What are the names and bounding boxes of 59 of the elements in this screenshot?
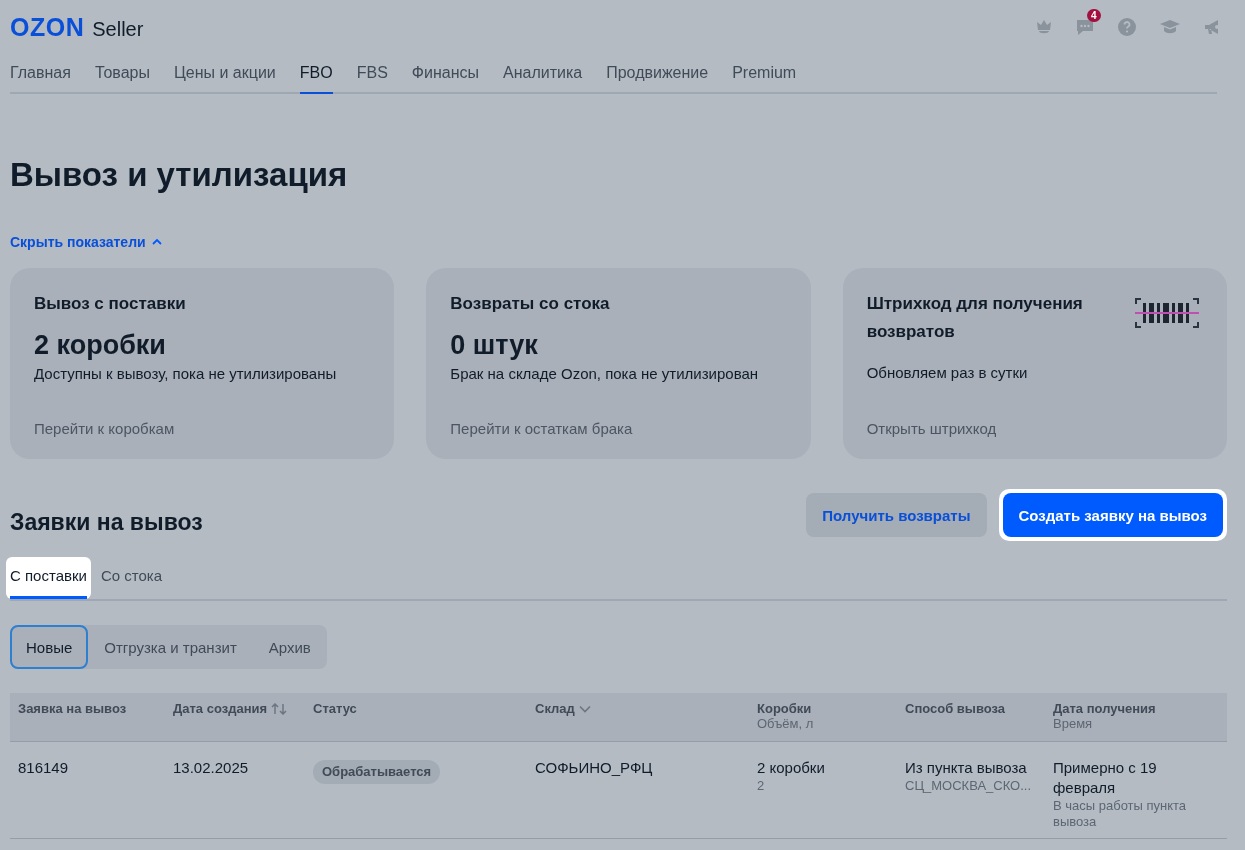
action-button[interactable]: Получить возвраты: [806, 493, 987, 537]
nav-tab[interactable]: FBS: [356, 52, 388, 94]
table-cell: 2 коробки: [757, 758, 825, 778]
column-subheader: Время: [1053, 716, 1094, 731]
column-header[interactable]: Способ вывоза: [905, 701, 1006, 716]
card-description: Брак на складе Ozon, пока не утилизирован: [450, 365, 760, 382]
filter-button[interactable]: Новые: [10, 625, 89, 669]
tab[interactable]: Со стока: [100, 557, 163, 599]
column-subheader: Объём, л: [757, 716, 815, 731]
nav-tab[interactable]: Цены и акции: [173, 52, 276, 94]
page-title: Вывоз и утилизация: [10, 156, 349, 194]
table-cell: 2: [757, 778, 765, 794]
notification-badge: 4: [1087, 9, 1101, 22]
table-cell: СОФЬИНО_РФЦ: [535, 758, 653, 778]
barcode-icon: [1135, 298, 1199, 328]
logo-suffix: Seller: [92, 17, 144, 41]
column-header[interactable]: Склад: [535, 701, 575, 716]
crown-icon[interactable]: [1035, 18, 1053, 36]
column-header[interactable]: Статус: [313, 701, 357, 716]
table-cell: СЦ_МОСКВА_СКО...: [905, 778, 1032, 794]
table-cell-text: В часы работы пункта вывоза: [1053, 798, 1188, 830]
sort-icon[interactable]: [271, 702, 288, 715]
column-header[interactable]: Коробки: [757, 701, 812, 716]
action-button[interactable]: Создать заявку на вывоз: [1002, 493, 1223, 537]
column-header[interactable]: Дата получения: [1053, 701, 1156, 716]
nav-tab[interactable]: Финансы: [411, 52, 479, 94]
chat-icon[interactable]: [1075, 18, 1095, 36]
filter-button[interactable]: Архив: [252, 625, 327, 669]
card-title: Штрихкод для получения возвратов: [866, 293, 1084, 343]
section-title: Заявки на вывоз: [10, 508, 203, 536]
nav-tab[interactable]: Продвижение: [606, 52, 709, 94]
status-badge: Обрабатывается: [313, 760, 441, 784]
card-description: Доступны к вывозу, пока не утилизированы: [34, 365, 338, 382]
filter-button[interactable]: Отгрузка и транзит: [88, 625, 253, 669]
column-header[interactable]: Заявка на вывоз: [18, 701, 127, 716]
help-icon[interactable]: [1117, 17, 1137, 37]
card-title: Возвраты со стока: [450, 293, 610, 315]
logo[interactable]: OZON: [10, 12, 85, 42]
card-description: Обновляем раз в сутки: [866, 364, 1029, 381]
table-cell[interactable]: 816149: [18, 758, 69, 778]
graduation-cap-icon[interactable]: [1159, 18, 1181, 36]
card-title: Вывоз с поставки: [34, 293, 186, 315]
nav-tab[interactable]: Товары: [94, 52, 150, 94]
nav-tab[interactable]: Premium: [732, 52, 797, 94]
card-link[interactable]: Открыть штрихкод: [866, 420, 1203, 437]
chevron-icon: [151, 238, 162, 246]
card-link[interactable]: Перейти к коробкам: [34, 420, 371, 437]
toggle-link[interactable]: Скрыть показатели: [10, 234, 162, 250]
table-cell: Из пункта вывоза: [905, 758, 1027, 778]
card-link[interactable]: Перейти к остаткам брака: [450, 420, 787, 437]
nav-tab[interactable]: Главная: [10, 52, 71, 94]
column-header[interactable]: Дата создания: [173, 701, 268, 716]
nav-tab[interactable]: Аналитика: [503, 52, 583, 94]
table-cell-text: Примерно с 19 февраля: [1053, 758, 1158, 798]
card-value: 2 коробки: [34, 330, 167, 361]
card-value: 0 штук: [450, 330, 539, 361]
nav-tab[interactable]: FBO: [299, 52, 333, 94]
chevron-down-icon[interactable]: [578, 704, 591, 713]
table-cell: 13.02.2025: [173, 758, 249, 778]
